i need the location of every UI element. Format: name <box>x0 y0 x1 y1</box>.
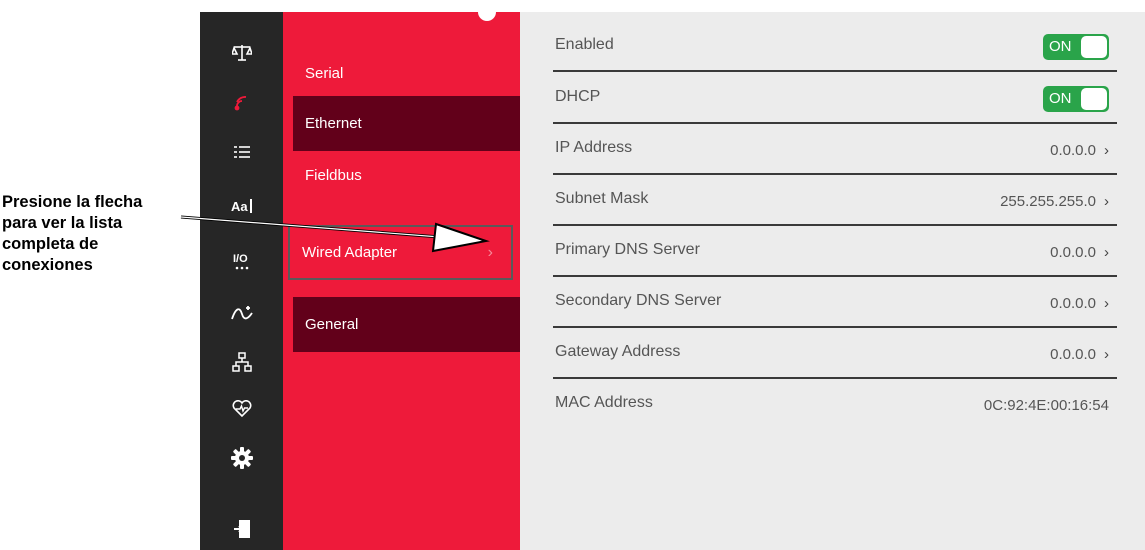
toggle-knob <box>1081 36 1107 58</box>
settings-row-ip-address[interactable]: IP Address 0.0.0.0 › <box>553 125 1117 175</box>
settings-row-subnet-mask[interactable]: Subnet Mask 255.255.255.0 › <box>553 176 1117 226</box>
list-icon[interactable] <box>200 135 283 169</box>
chevron-right-icon[interactable]: › <box>1104 244 1109 261</box>
row-label: Subnet Mask <box>555 190 649 207</box>
icon-rail: Aa I/O <box>200 12 283 550</box>
row-value: 0.0.0.0 › <box>1050 142 1109 159</box>
menu-item-label: General <box>305 316 359 333</box>
chevron-right-icon[interactable]: › <box>1104 346 1109 363</box>
callout-line: completa de <box>2 235 99 253</box>
chevron-right-icon[interactable]: › <box>488 244 493 262</box>
menu-item-fieldbus[interactable]: Fieldbus <box>293 148 520 203</box>
row-label: DHCP <box>555 88 601 105</box>
enabled-toggle[interactable]: ON <box>1043 34 1109 60</box>
svg-text:Aa: Aa <box>231 199 248 214</box>
row-value: 0C:92:4E:00:16:54 <box>984 397 1109 414</box>
row-label: Enabled <box>555 36 614 53</box>
row-label: Gateway Address <box>555 343 681 360</box>
logout-icon[interactable] <box>200 512 283 546</box>
menu-item-label: Fieldbus <box>305 167 362 184</box>
settings-row-dhcp: DHCP ON <box>553 74 1117 124</box>
callout-line: conexiones <box>2 256 93 274</box>
chevron-right-icon[interactable]: › <box>1104 193 1109 210</box>
device-screen: Aa I/O Serial Ethernet Fieldbus Wired Ad… <box>200 3 1145 550</box>
row-label: Primary DNS Server <box>555 241 700 258</box>
toggle-state: ON <box>1049 38 1072 55</box>
io-icon[interactable]: I/O <box>200 244 283 278</box>
menu-item-label: Wired Adapter <box>302 244 398 261</box>
value-text: 0C:92:4E:00:16:54 <box>983 397 1109 414</box>
settings-row-primary-dns[interactable]: Primary DNS Server 0.0.0.0 › <box>553 227 1117 277</box>
callout-line: para ver la lista <box>2 214 123 232</box>
value-text: 0.0.0.0 <box>1050 346 1096 363</box>
chevron-right-icon[interactable]: › <box>1104 142 1109 159</box>
scale-icon[interactable] <box>200 36 283 70</box>
dhcp-toggle[interactable]: ON <box>1043 86 1109 112</box>
menu-item-wired-adapter[interactable]: Wired Adapter › <box>288 225 513 280</box>
scroll-indicator <box>478 3 496 21</box>
row-label: IP Address <box>555 139 633 156</box>
row-value: 255.255.255.0 › <box>1000 193 1109 210</box>
annotation-callout: Presione la flecha para ver la lista com… <box>2 192 187 276</box>
svg-text:I/O: I/O <box>233 253 248 265</box>
font-icon[interactable]: Aa <box>200 189 283 223</box>
settings-row-mac-address: MAC Address 0C:92:4E:00:16:54 <box>553 380 1117 430</box>
chevron-right-icon[interactable]: › <box>1104 295 1109 312</box>
row-value: 0.0.0.0 › <box>1050 346 1109 363</box>
wireless-icon[interactable] <box>200 86 283 120</box>
network-icon[interactable] <box>200 345 283 379</box>
row-label: Secondary DNS Server <box>555 292 722 309</box>
value-text: 0.0.0.0 <box>1050 142 1096 159</box>
menu-item-serial[interactable]: Serial <box>293 46 520 101</box>
callout-line: Presione la flecha <box>2 193 143 211</box>
settings-row-gateway-address[interactable]: Gateway Address 0.0.0.0 › <box>553 329 1117 379</box>
menu-item-label: Ethernet <box>305 115 362 132</box>
toggle-knob <box>1081 88 1107 110</box>
value-text: 0.0.0.0 <box>1050 244 1096 261</box>
submenu-panel: Serial Ethernet Fieldbus Wired Adapter ›… <box>283 3 520 550</box>
row-label: MAC Address <box>555 394 653 411</box>
settings-row-enabled: Enabled ON <box>553 22 1117 72</box>
toggle-state: ON <box>1049 90 1072 107</box>
menu-item-ethernet[interactable]: Ethernet <box>293 96 520 151</box>
settings-row-secondary-dns[interactable]: Secondary DNS Server 0.0.0.0 › <box>553 278 1117 328</box>
heart-monitor-icon[interactable] <box>200 392 283 426</box>
settings-panel: Enabled ON DHCP ON IP Address 0.0.0.0 › S… <box>520 12 1145 550</box>
value-text: 255.255.255.0 <box>1000 193 1096 210</box>
menu-item-label: Serial <box>305 65 344 82</box>
row-value: 0.0.0.0 › <box>1050 244 1109 261</box>
row-value: 0.0.0.0 › <box>1050 295 1109 312</box>
value-text: 0.0.0.0 <box>1050 295 1096 312</box>
gear-icon[interactable] <box>200 441 283 475</box>
menu-item-general[interactable]: General <box>293 297 520 352</box>
workflow-icon[interactable] <box>200 297 283 331</box>
